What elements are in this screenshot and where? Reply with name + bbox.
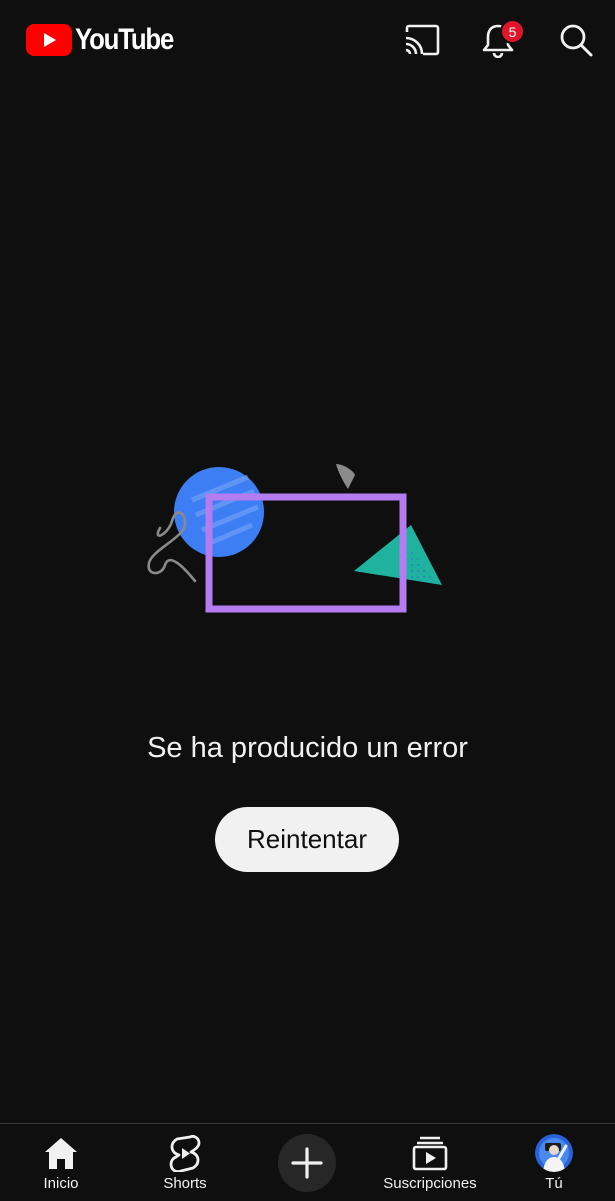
- subscriptions-icon: [410, 1133, 450, 1173]
- retry-button[interactable]: Reintentar: [215, 807, 399, 872]
- nav-item-you[interactable]: Tú: [520, 1124, 588, 1201]
- nav-label-home: Inicio: [43, 1175, 79, 1192]
- avatar: [535, 1134, 573, 1172]
- home-icon: [41, 1133, 81, 1173]
- nav-item-shorts[interactable]: Shorts: [146, 1124, 224, 1201]
- cast-button[interactable]: [402, 20, 442, 60]
- create-button[interactable]: [278, 1134, 336, 1192]
- top-app-bar: YouTube 5: [0, 0, 615, 80]
- youtube-logo-icon: [26, 24, 72, 56]
- drop-shape: [336, 464, 355, 489]
- nav-label-subscriptions: Suscripciones: [383, 1175, 477, 1192]
- create-plus-icon: [291, 1147, 323, 1179]
- search-button[interactable]: [556, 20, 596, 60]
- youtube-logo[interactable]: YouTube: [26, 24, 189, 56]
- nav-label-shorts: Shorts: [163, 1175, 207, 1192]
- error-illustration: [147, 464, 442, 613]
- error-message: Se ha producido un error: [147, 732, 468, 764]
- cast-icon: [405, 24, 440, 56]
- avatar-container: [534, 1133, 574, 1173]
- bottom-navigation: Inicio Shorts Suscripciones Tú: [0, 1123, 615, 1201]
- nav-item-home[interactable]: Inicio: [22, 1124, 100, 1201]
- shorts-icon: [165, 1133, 205, 1173]
- nav-label-you: Tú: [545, 1175, 563, 1192]
- search-icon: [560, 24, 593, 57]
- nav-item-subscriptions[interactable]: Suscripciones: [370, 1124, 490, 1201]
- notification-badge: 5: [500, 19, 525, 44]
- youtube-logo-text: YouTube: [75, 23, 174, 56]
